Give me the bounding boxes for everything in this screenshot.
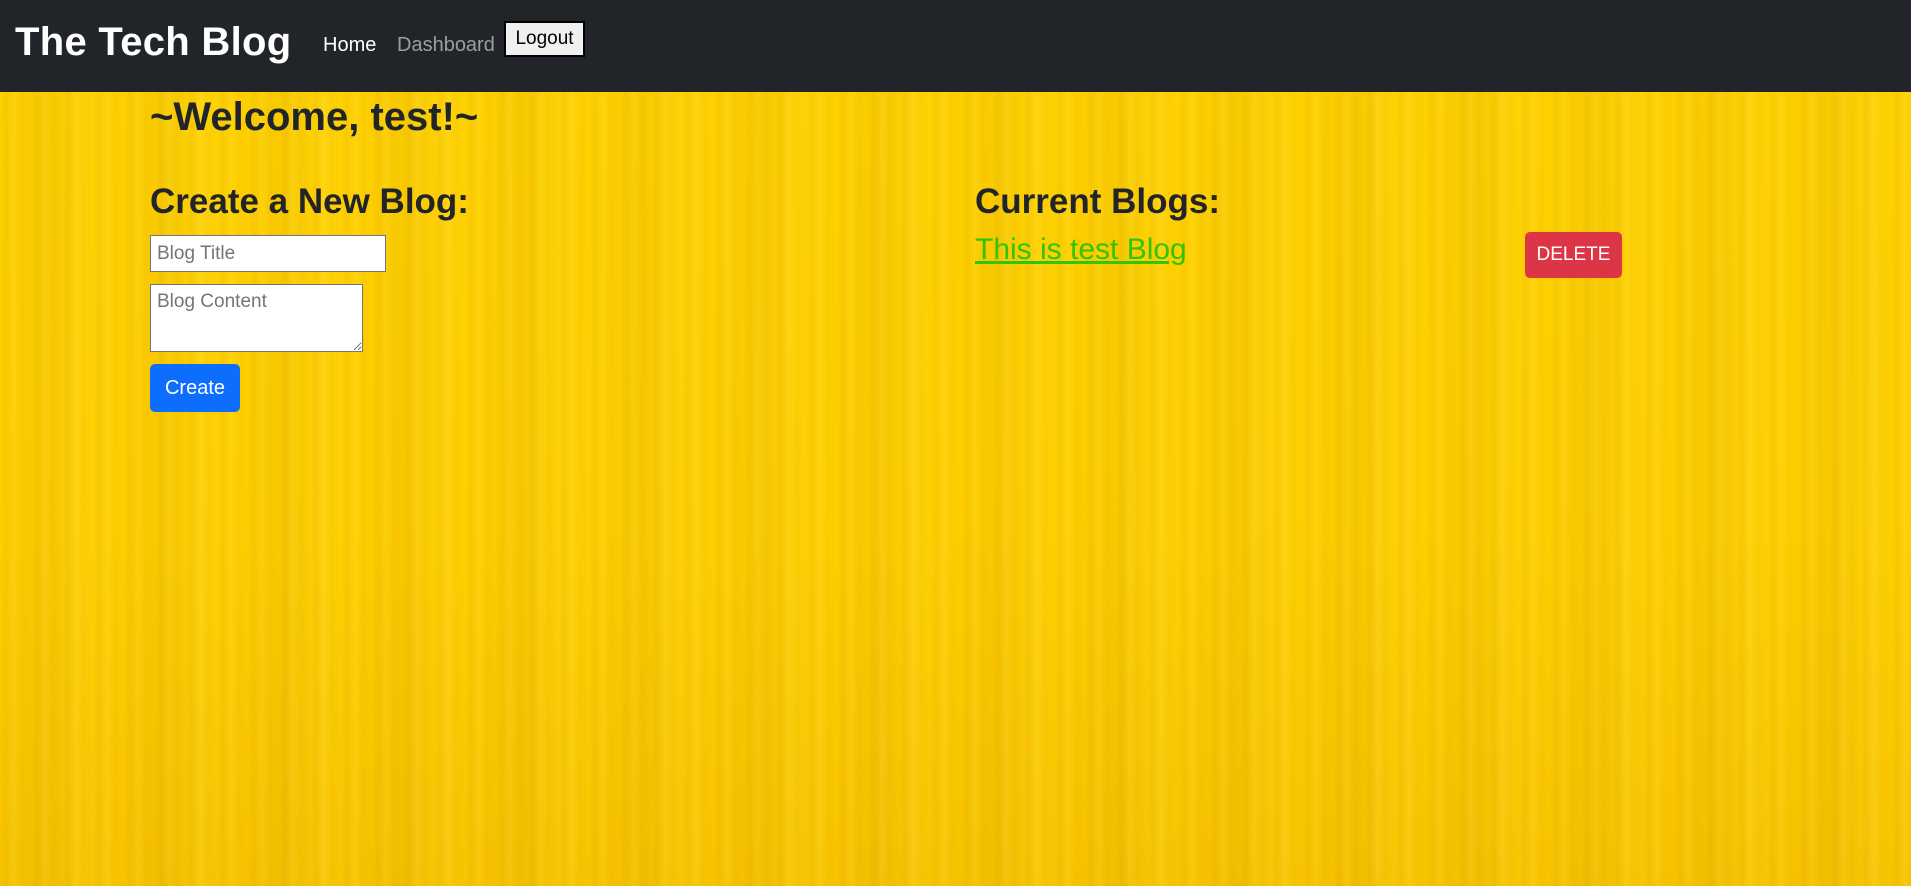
nav-link-dashboard[interactable]: Dashboard	[397, 34, 495, 57]
blog-content-textarea[interactable]	[150, 284, 363, 352]
create-blog-button[interactable]: Create	[150, 364, 240, 412]
blog-title-link[interactable]: This is test Blog	[975, 233, 1187, 267]
nav-link-home[interactable]: Home	[323, 34, 376, 57]
delete-blog-button[interactable]: DELETE	[1525, 232, 1622, 278]
blog-title-input[interactable]	[150, 235, 386, 272]
site-brand[interactable]: The Tech Blog	[15, 20, 292, 65]
current-blogs-heading: Current Blogs:	[975, 182, 1220, 221]
create-blog-heading: Create a New Blog:	[150, 182, 469, 221]
welcome-heading: ~Welcome, test!~	[150, 95, 479, 139]
top-navbar: The Tech Blog Home Dashboard Logout	[0, 0, 1911, 92]
logout-button[interactable]: Logout	[504, 21, 585, 57]
